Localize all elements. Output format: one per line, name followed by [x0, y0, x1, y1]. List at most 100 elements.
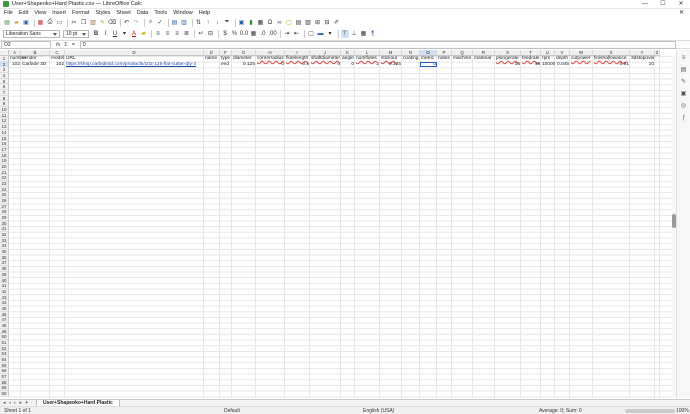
- menu-view[interactable]: View: [34, 10, 46, 16]
- insert-image-icon[interactable]: ▣: [238, 19, 246, 27]
- cell-l2[interactable]: 2: [355, 62, 380, 68]
- merge-center-icon[interactable]: ⊟: [207, 30, 215, 38]
- cell-e1[interactable]: name: [204, 56, 220, 62]
- sort-icon[interactable]: ⇅: [195, 19, 203, 27]
- spelling-icon[interactable]: ✓: [156, 19, 164, 27]
- underline-icon[interactable]: U: [111, 30, 119, 38]
- language[interactable]: English (USA): [363, 408, 394, 414]
- hyperlink-icon[interactable]: ∞: [276, 19, 284, 27]
- save-icon[interactable]: ▣: [22, 19, 30, 27]
- cell-f2[interactable]: end: [220, 62, 232, 68]
- cell-t2[interactable]: 45: [521, 62, 541, 68]
- clone-formatting-icon[interactable]: ✎: [99, 19, 107, 27]
- name-box[interactable]: O2: [1, 40, 51, 49]
- spreadsheet-grid[interactable]: A B C D E F G H I J K L M N O P Q R S T U V W X Y Z 1 2 3 4 5 6 7 8 9 10 11 1…: [0, 50, 676, 398]
- percent-format-icon[interactable]: %: [231, 30, 239, 38]
- zoom-slider[interactable]: [625, 409, 675, 413]
- close-document-icon[interactable]: ✕: [679, 9, 684, 16]
- export-pdf-icon[interactable]: ▦: [37, 19, 45, 27]
- sum-icon[interactable]: Σ: [64, 42, 67, 48]
- cell-j2[interactable]: 0: [310, 62, 341, 68]
- cell-b2[interactable]: Carbide 3D: [21, 62, 50, 68]
- sidebar-toggle-icon[interactable]: ¶: [369, 30, 377, 38]
- clear-formatting-icon[interactable]: ⌫: [108, 19, 116, 27]
- minimize-button[interactable]: —: [636, 0, 654, 9]
- center-vertically-icon[interactable]: ⊥: [350, 30, 358, 38]
- bold-icon[interactable]: B: [92, 30, 100, 38]
- freeze-rows-columns-icon[interactable]: ⊞: [314, 19, 322, 27]
- justify-icon[interactable]: ≣: [183, 30, 191, 38]
- insert-chart-icon[interactable]: ▮: [247, 19, 255, 27]
- find-replace-icon[interactable]: ⌕: [147, 19, 155, 27]
- cell-c2[interactable]: 102: [50, 62, 65, 68]
- sort-descending-icon[interactable]: ↓: [214, 19, 222, 27]
- gallery-icon[interactable]: ▣: [680, 90, 688, 98]
- conditional-format-icon[interactable]: ▦: [360, 30, 368, 38]
- menu-edit[interactable]: Edit: [19, 10, 28, 16]
- cell-n1[interactable]: coating: [402, 56, 420, 62]
- print-preview-icon[interactable]: ▭: [56, 19, 64, 27]
- cell-y2[interactable]: 10: [630, 62, 655, 68]
- sidebar-menu-icon[interactable]: ≡: [680, 54, 688, 62]
- cell-g2[interactable]: 0.125: [232, 62, 256, 68]
- cell-d2[interactable]: https://shop.carbide3d.com/products/102-…: [65, 62, 204, 68]
- align-right-icon[interactable]: ≡: [173, 30, 181, 38]
- add-decimal-icon[interactable]: .0: [259, 30, 267, 38]
- zoom-level[interactable]: 100%: [676, 408, 689, 414]
- cell-w1[interactable]: cutpower: [570, 56, 593, 62]
- copy-icon[interactable]: ❐: [80, 19, 88, 27]
- number-format-icon[interactable]: 0.0: [240, 30, 248, 38]
- headers-footers-icon[interactable]: ▤: [295, 19, 303, 27]
- font-color-icon[interactable]: A: [130, 30, 138, 38]
- currency-format-icon[interactable]: $: [221, 30, 229, 38]
- row-header[interactable]: 60: [0, 391, 9, 397]
- column-icon[interactable]: ▥: [180, 19, 188, 27]
- undo-icon[interactable]: ↶: [123, 19, 131, 27]
- functions-icon[interactable]: ƒ: [680, 114, 688, 122]
- maximize-button[interactable]: ☐: [654, 0, 672, 9]
- page-style[interactable]: Default: [224, 408, 240, 414]
- print-icon[interactable]: ⎙: [46, 19, 54, 27]
- cut-icon[interactable]: ✂: [70, 19, 78, 27]
- border-color-icon[interactable]: ▾: [326, 30, 334, 38]
- align-left-icon[interactable]: ≡: [154, 30, 162, 38]
- cell-m2[interactable]: 0.125: [380, 62, 402, 68]
- redo-icon[interactable]: ↷: [132, 19, 140, 27]
- close-button[interactable]: ✕: [672, 0, 690, 9]
- autofilter-icon[interactable]: ⏷: [223, 19, 231, 27]
- properties-icon[interactable]: ▤: [680, 66, 688, 74]
- cell-v2[interactable]: 0.045: [555, 62, 570, 68]
- border-style-icon[interactable]: ▬: [317, 30, 325, 38]
- paste-icon[interactable]: ▥: [89, 19, 97, 27]
- navigator-icon[interactable]: ◎: [680, 102, 688, 110]
- decrease-indent-icon[interactable]: ⇤: [293, 30, 301, 38]
- show-draw-functions-icon[interactable]: ✐: [333, 19, 341, 27]
- wrap-text-icon[interactable]: ↵: [197, 30, 205, 38]
- align-center-icon[interactable]: ≡: [164, 30, 172, 38]
- row-icon[interactable]: ▤: [171, 19, 179, 27]
- cell-p1[interactable]: notes: [437, 56, 452, 62]
- formula-icon[interactable]: =: [72, 42, 75, 48]
- cell-h2[interactable]: 0: [256, 62, 285, 68]
- styles-icon[interactable]: ✎: [680, 78, 688, 86]
- cell-u2[interactable]: 10000: [541, 62, 555, 68]
- align-top-icon[interactable]: ⊤: [340, 29, 349, 38]
- cell-r1[interactable]: material: [473, 56, 495, 62]
- menu-format[interactable]: Format: [72, 10, 89, 16]
- cell-q1[interactable]: machine: [452, 56, 473, 62]
- menu-styles[interactable]: Styles: [95, 10, 110, 16]
- menu-help[interactable]: Help: [199, 10, 210, 16]
- function-wizard-icon[interactable]: fx: [56, 42, 60, 48]
- menu-sheet[interactable]: Sheet: [116, 10, 130, 16]
- menu-data[interactable]: Data: [137, 10, 149, 16]
- new-icon[interactable]: ▤: [3, 19, 11, 27]
- cell-a2[interactable]: 102: [9, 62, 21, 68]
- menu-window[interactable]: Window: [173, 10, 193, 16]
- comment-icon[interactable]: ▢: [285, 19, 293, 27]
- menu-insert[interactable]: Insert: [52, 10, 66, 16]
- italic-icon[interactable]: I: [102, 30, 110, 38]
- split-window-icon[interactable]: ⊟: [323, 19, 331, 27]
- strikethrough-icon[interactable]: ▾: [121, 30, 129, 38]
- cell-s2[interactable]: 15: [495, 62, 521, 68]
- define-print-area-icon[interactable]: ▧: [304, 19, 312, 27]
